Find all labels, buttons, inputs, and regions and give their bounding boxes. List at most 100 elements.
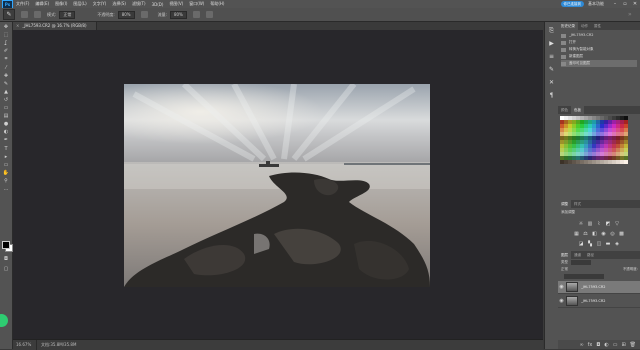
threshold-icon[interactable]: ◫	[596, 241, 602, 247]
marquee-tool-icon[interactable]: ⬚	[2, 32, 10, 38]
path-select-tool-icon[interactable]: ▸	[2, 154, 10, 160]
layer-row-selected[interactable]: ◉ _JHL7593.CR2	[558, 281, 640, 294]
zoom-tool-icon[interactable]: ⚲	[2, 178, 10, 184]
menu-layer[interactable]: 图层(L)	[73, 1, 86, 7]
actions-panel-icon[interactable]: ▶	[547, 40, 556, 48]
brush-tool-icon[interactable]: ✎	[2, 81, 10, 87]
quick-mask-icon[interactable]: ◘	[2, 256, 10, 262]
brightness-icon[interactable]: ☼	[578, 221, 584, 227]
menu-window[interactable]: 窗口(W)	[189, 1, 204, 7]
brush-panel-icon[interactable]	[34, 11, 41, 18]
tools-panel-icon[interactable]: ✕	[547, 79, 556, 87]
close-icon[interactable]: ✕	[630, 1, 640, 8]
swatch-cell[interactable]	[624, 160, 628, 164]
document-photo[interactable]	[124, 84, 430, 287]
tab-actions[interactable]: 动作	[578, 22, 591, 30]
screen-mode-icon[interactable]: ▢	[2, 266, 10, 272]
more-tools-icon[interactable]: …	[2, 186, 10, 192]
crop-tool-icon[interactable]: ⌗	[2, 56, 10, 62]
pressure-size-icon[interactable]	[205, 11, 213, 18]
tab-color[interactable]: 颜色	[558, 106, 571, 114]
layer-kind-label[interactable]: 类型	[561, 259, 568, 266]
menu-3d[interactable]: 3D(D)	[152, 2, 164, 7]
brush-tool-preset-icon[interactable]: ✎	[3, 9, 15, 20]
foreground-color-swatch[interactable]	[2, 241, 10, 249]
tab-paths[interactable]: 路径	[584, 251, 597, 259]
history-item[interactable]: 打开	[561, 39, 637, 46]
healing-tool-icon[interactable]: ✚	[2, 73, 10, 79]
flow-input[interactable]: 80%	[169, 10, 187, 19]
restore-icon[interactable]: ▫	[620, 1, 630, 8]
color-lookup-icon[interactable]: ▩	[619, 231, 625, 237]
pressure-opacity-icon[interactable]	[140, 11, 148, 18]
tab-history[interactable]: 历史记录	[558, 22, 578, 30]
cloud-badge[interactable]: 你已连接到	[560, 1, 584, 7]
hand-tool-icon[interactable]: ✋	[2, 170, 10, 176]
levels-icon[interactable]: ▥	[587, 221, 593, 227]
vibrance-icon[interactable]: ▽	[614, 221, 620, 227]
mode-select[interactable]: 正常	[59, 10, 76, 19]
history-brush-tool-icon[interactable]: ↺	[2, 97, 10, 103]
layer-style-icon[interactable]: fx	[588, 342, 593, 348]
gradient-tool-icon[interactable]: ▤	[2, 113, 10, 119]
menu-image[interactable]: 图像(I)	[55, 1, 67, 7]
link-layers-icon[interactable]: ∞	[579, 342, 583, 348]
tab-swatches[interactable]: 色板	[571, 106, 584, 114]
document-tab[interactable]: × _JHL7593.CR2 @ 16.7% (RGB/8)	[13, 22, 97, 30]
photo-filter-icon[interactable]: ◉	[601, 231, 607, 237]
selective-color-icon[interactable]: ◈	[614, 241, 620, 247]
move-tool-icon[interactable]: ✥	[2, 24, 10, 30]
tab-layers[interactable]: 图层	[558, 251, 571, 259]
new-adjustment-icon[interactable]: ◐	[604, 342, 608, 348]
color-balance-icon[interactable]: ⚖	[583, 231, 589, 237]
history-item-selected[interactable]: 盖印可见图层	[561, 60, 637, 67]
eyedropper-tool-icon[interactable]: ⁄	[2, 65, 10, 71]
visibility-eye-icon[interactable]: ◉	[558, 284, 565, 290]
airbrush-icon[interactable]	[192, 11, 200, 18]
menu-filter[interactable]: 滤镜(T)	[132, 1, 146, 7]
history-item[interactable]: _JHL7593.CR2	[561, 32, 637, 39]
invert-icon[interactable]: ◪	[578, 241, 584, 247]
hue-saturation-icon[interactable]: ▦	[574, 231, 580, 237]
history-item[interactable]: 转换为智能对象	[561, 46, 637, 53]
stamp-tool-icon[interactable]: ▲	[2, 89, 10, 95]
tab-properties[interactable]: 属性	[591, 22, 604, 30]
lasso-tool-icon[interactable]: ʆ	[2, 40, 10, 46]
gradient-map-icon[interactable]: ▬	[605, 241, 611, 247]
paragraph-panel-icon[interactable]: ¶	[547, 92, 556, 100]
black-white-icon[interactable]: ◧	[592, 231, 598, 237]
add-mask-icon[interactable]: ◘	[596, 342, 600, 348]
exposure-icon[interactable]: ◩	[605, 221, 611, 227]
properties-panel-icon[interactable]: ≡	[547, 53, 556, 61]
lock-icons[interactable]	[564, 274, 604, 279]
new-group-icon[interactable]: ▭	[613, 342, 618, 348]
menu-file[interactable]: 文件(F)	[16, 1, 29, 7]
brush-size-icon[interactable]	[21, 11, 28, 18]
menu-help[interactable]: 帮助(H)	[210, 1, 224, 7]
menu-view[interactable]: 视图(V)	[169, 1, 183, 7]
layer-filter-icons[interactable]	[571, 260, 591, 265]
pen-tool-icon[interactable]: ✒	[2, 137, 10, 143]
menu-select[interactable]: 选择(S)	[112, 1, 126, 7]
visibility-eye-icon[interactable]: ◉	[558, 298, 565, 304]
expand-icon[interactable]: »	[628, 11, 636, 19]
quick-select-tool-icon[interactable]: ✐	[2, 48, 10, 54]
history-item[interactable]: 新建图层	[561, 53, 637, 60]
workspace-label[interactable]: 基本功能	[588, 1, 604, 7]
eraser-tool-icon[interactable]: ▭	[2, 105, 10, 111]
blur-tool-icon[interactable]: ●	[2, 121, 10, 127]
new-layer-icon[interactable]: ⊞	[621, 342, 625, 348]
close-tab-icon[interactable]: ×	[16, 23, 19, 28]
shape-tool-icon[interactable]: ▭	[2, 162, 10, 168]
dodge-tool-icon[interactable]: ◐	[2, 129, 10, 135]
delete-layer-icon[interactable]: 🗑	[630, 342, 636, 348]
type-tool-icon[interactable]: T	[2, 146, 10, 152]
opacity-input[interactable]: 80%	[117, 10, 135, 19]
tab-channels[interactable]: 通道	[571, 251, 584, 259]
history-panel-icon[interactable]: ⎘	[547, 27, 556, 35]
blend-mode-select[interactable]: 正常	[561, 266, 568, 273]
minimize-icon[interactable]: –	[610, 1, 620, 8]
brush-panel-icon-dock[interactable]: ✎	[547, 66, 556, 74]
swatch-grid[interactable]	[560, 116, 638, 164]
curves-icon[interactable]: ⌇	[596, 221, 602, 227]
